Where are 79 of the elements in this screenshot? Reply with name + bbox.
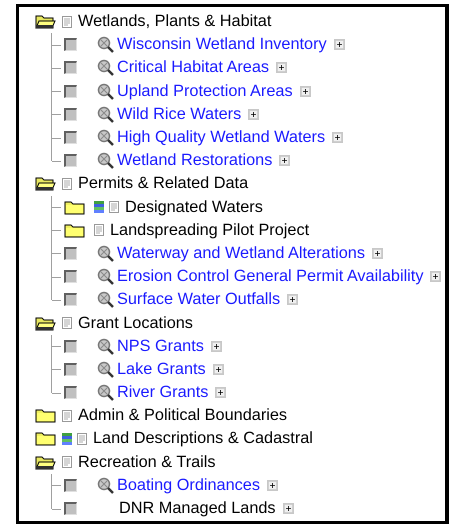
expand-icon[interactable] — [276, 62, 288, 74]
document-icon — [94, 224, 104, 236]
layer-link[interactable]: NPS Grants — [117, 336, 204, 356]
folder-icon[interactable] — [35, 408, 56, 424]
expand-icon[interactable] — [300, 86, 311, 97]
expand-icon[interactable] — [248, 108, 260, 120]
folder-icon[interactable] — [35, 431, 56, 446]
checkbox[interactable] — [64, 340, 77, 353]
checkbox[interactable] — [64, 61, 77, 74]
magnifier-icon[interactable] — [97, 59, 114, 76]
checkbox[interactable] — [64, 154, 77, 168]
group-label[interactable]: Permits & Related Data — [78, 174, 248, 194]
layer-link[interactable]: Wisconsin Wetland Inventory — [117, 35, 327, 54]
expand-icon[interactable] — [334, 39, 345, 50]
group-label[interactable]: Land Descriptions & Cadastral — [93, 429, 313, 448]
expand-icon[interactable] — [332, 132, 344, 144]
expand-icon[interactable] — [215, 387, 226, 398]
magnifier-icon[interactable] — [97, 106, 114, 123]
document-icon — [62, 16, 72, 28]
document-icon — [109, 201, 119, 214]
layer-link[interactable]: Erosion Control General Permit Availability — [117, 267, 424, 286]
open-folder-icon[interactable] — [35, 176, 56, 192]
document-icon — [62, 178, 72, 190]
magnifier-icon[interactable] — [97, 338, 114, 355]
layer-link[interactable]: Critical Habitat Areas — [117, 58, 270, 78]
expand-icon[interactable] — [267, 480, 278, 491]
expand-icon[interactable] — [212, 364, 224, 375]
document-icon — [62, 317, 72, 330]
expand-icon[interactable] — [287, 294, 298, 306]
layer-link[interactable]: Wild Rice Waters — [117, 104, 242, 124]
open-folder-icon[interactable] — [35, 14, 56, 30]
expand-icon[interactable] — [279, 155, 290, 166]
folder-label[interactable]: Designated Waters — [125, 198, 263, 217]
document-icon — [62, 410, 72, 422]
group-label[interactable]: Admin & Political Boundaries — [78, 406, 288, 426]
group-label[interactable]: Grant Locations — [78, 314, 193, 333]
document-icon — [62, 456, 72, 468]
layer-link[interactable]: River Grants — [117, 383, 208, 402]
open-folder-icon[interactable] — [35, 316, 56, 331]
magnifier-icon[interactable] — [97, 476, 114, 494]
layer-link[interactable]: Wetland Restorations — [117, 151, 272, 170]
layer-link[interactable]: Lake Grants — [117, 360, 206, 379]
layer-link[interactable]: Boating Ordinances — [117, 476, 260, 495]
layer-label: DNR Managed Lands — [119, 499, 276, 518]
checkbox[interactable] — [64, 502, 77, 516]
checkbox[interactable] — [64, 293, 77, 306]
magnifier-icon[interactable] — [97, 268, 114, 286]
magnifier-icon[interactable] — [97, 244, 114, 262]
checkbox[interactable] — [64, 108, 77, 121]
layer-link[interactable]: Surface Water Outfalls — [117, 290, 280, 310]
folder-icon[interactable] — [64, 200, 85, 215]
layer-link[interactable]: High Quality Wetland Waters — [117, 128, 326, 148]
group-label[interactable]: Recreation & Trails — [78, 452, 216, 472]
checkbox[interactable] — [64, 386, 77, 400]
magnifier-icon[interactable] — [97, 129, 114, 146]
checkbox[interactable] — [64, 478, 77, 492]
magnifier-icon[interactable] — [97, 82, 114, 100]
checkbox[interactable] — [64, 131, 77, 144]
magnifier-icon[interactable] — [97, 384, 114, 402]
magnifier-icon[interactable] — [97, 291, 114, 308]
checkbox[interactable] — [64, 38, 77, 52]
checkbox[interactable] — [64, 84, 77, 98]
group-label[interactable]: Wetlands, Plants & Habitat — [78, 12, 272, 32]
folder-label[interactable]: Landspreading Pilot Project — [110, 220, 310, 240]
document-icon — [77, 432, 87, 445]
layer-link[interactable]: Waterway and Wetland Alterations — [117, 244, 365, 263]
folder-icon[interactable] — [64, 222, 85, 238]
magnifier-icon[interactable] — [97, 152, 114, 170]
magnifier-icon[interactable] — [97, 360, 114, 378]
checkbox[interactable] — [64, 246, 77, 260]
checkbox[interactable] — [64, 362, 77, 376]
expand-icon[interactable] — [282, 503, 294, 514]
expand-icon[interactable] — [372, 248, 383, 259]
expand-icon[interactable] — [430, 271, 442, 282]
expand-icon[interactable] — [210, 340, 222, 352]
magnifier-icon[interactable] — [97, 36, 114, 54]
layer-link[interactable]: Upland Protection Areas — [117, 82, 293, 101]
checkbox[interactable] — [64, 270, 77, 284]
open-folder-icon[interactable] — [35, 454, 56, 470]
